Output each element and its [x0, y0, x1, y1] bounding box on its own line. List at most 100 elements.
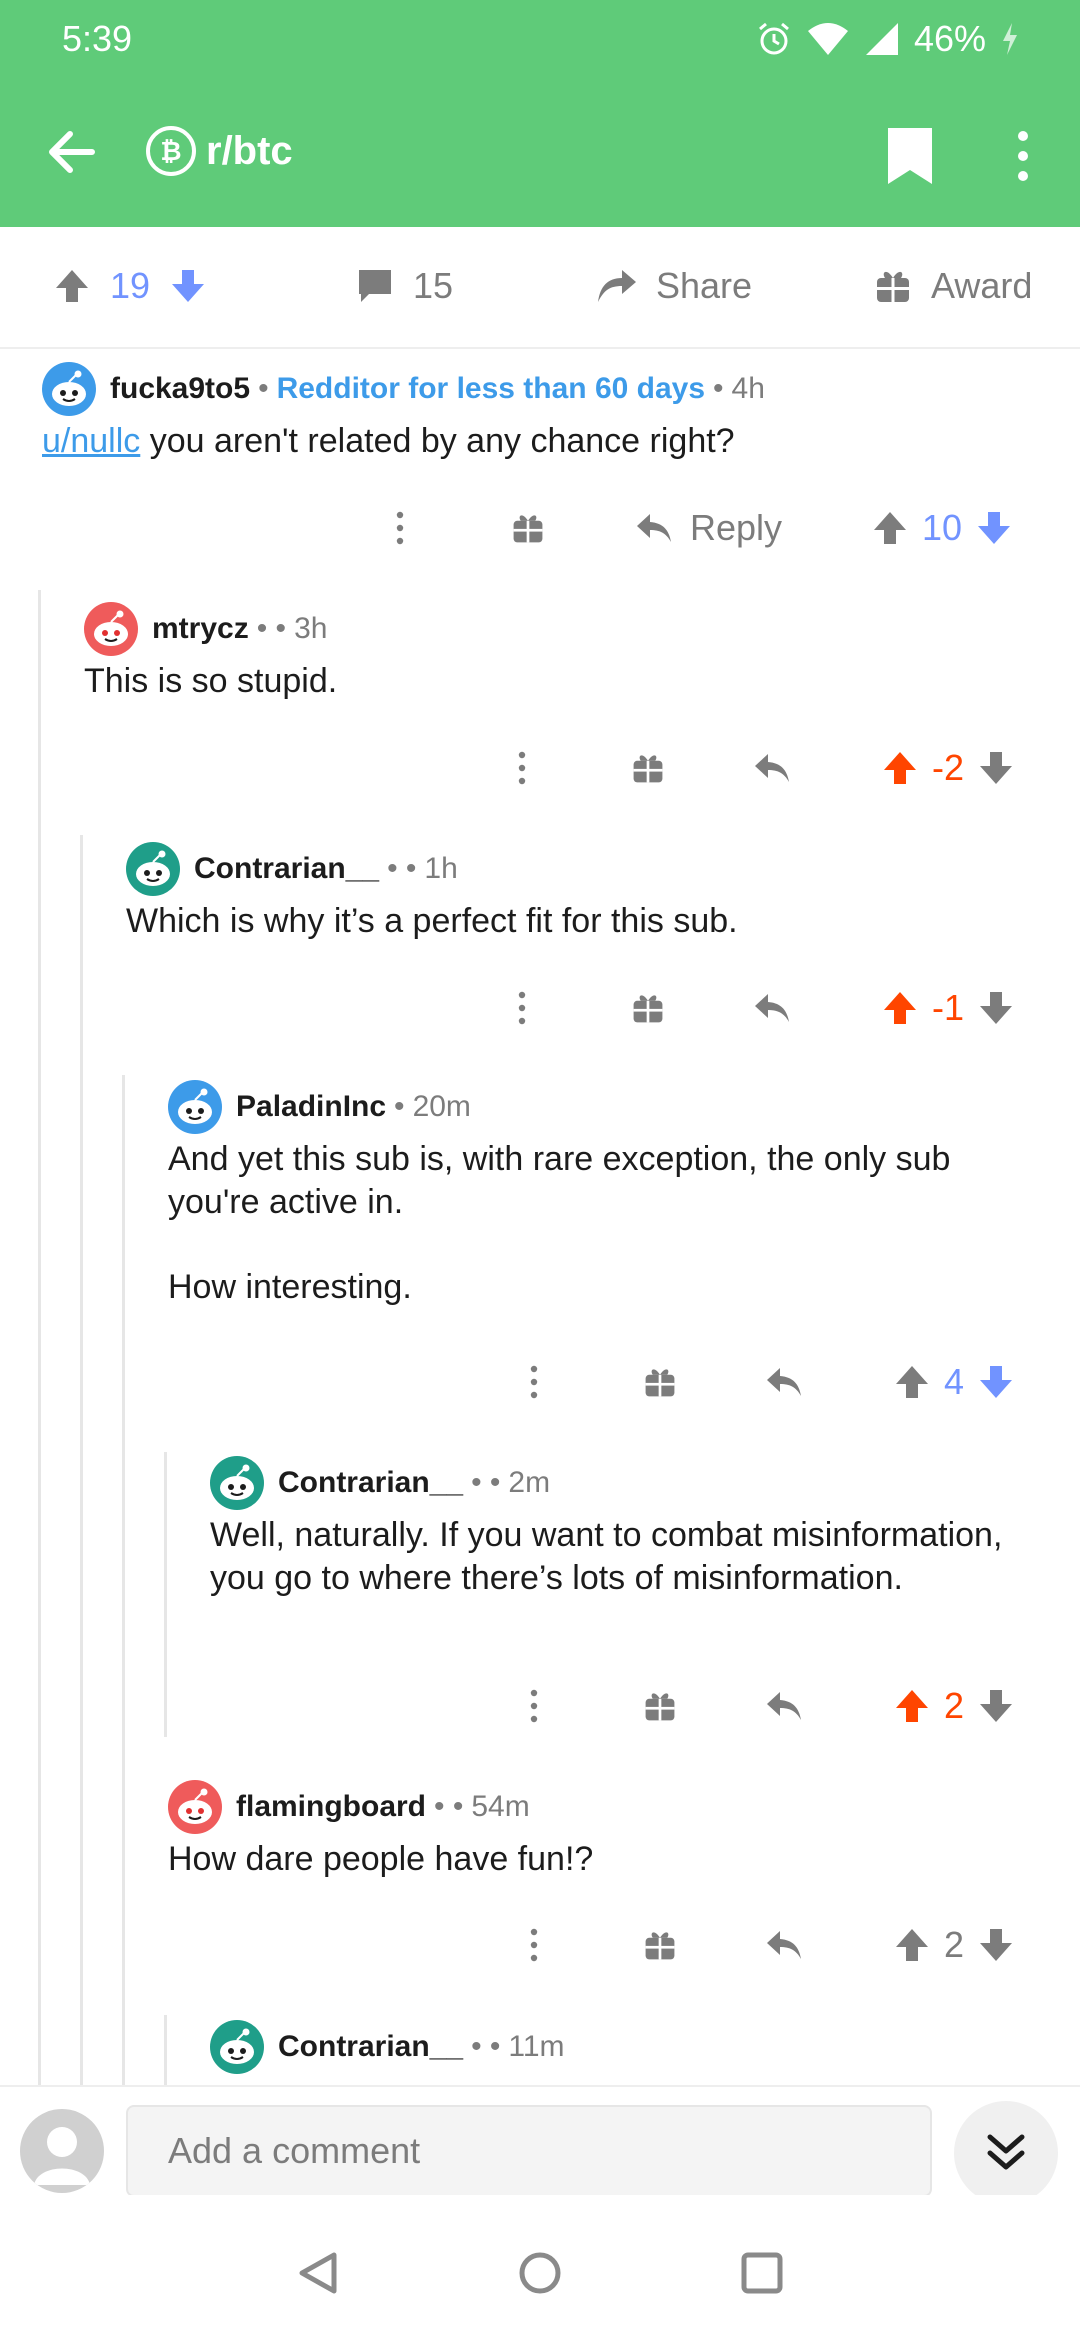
comment-vote: -2 — [880, 747, 1016, 789]
more-options-icon[interactable] — [528, 1925, 540, 1965]
comment-author[interactable]: fucka9to5 — [110, 372, 250, 406]
nav-back-icon[interactable] — [296, 2251, 340, 2295]
comment-time: 2m — [508, 1466, 551, 1499]
comment-vote: 2 — [892, 1685, 1016, 1727]
upvote-icon[interactable] — [870, 508, 910, 548]
bookmark-icon[interactable] — [884, 126, 936, 186]
comment-vote: 10 — [870, 507, 1014, 549]
comment-actions: 4 — [0, 1352, 1080, 1412]
comment-author[interactable]: PaladinInc — [236, 1090, 386, 1124]
post-vote: 19 — [52, 265, 208, 307]
upvote-icon[interactable] — [892, 1925, 932, 1965]
user-flair: Redditor for less than 60 days — [276, 372, 706, 405]
award-gift-icon[interactable] — [642, 1364, 678, 1400]
avatar-icon[interactable] — [210, 2020, 264, 2074]
next-comment-button[interactable] — [954, 2101, 1058, 2205]
comment-time: 11m — [508, 2030, 565, 2063]
subreddit-title[interactable]: ₿ r/btc — [146, 126, 293, 176]
comment-body: And yet this sub is, with rare exception… — [168, 1140, 951, 1221]
avatar-icon[interactable] — [168, 1780, 222, 1834]
award-gift-icon[interactable] — [642, 1927, 678, 1963]
comment: fucka9to5 • Redditor for less than 60 da… — [42, 362, 1042, 463]
comment-author[interactable]: flamingboard — [236, 1790, 426, 1824]
comment-author[interactable]: Contrarian__ — [278, 1466, 463, 1500]
subreddit-name: r/btc — [206, 128, 293, 173]
avatar-icon[interactable] — [126, 842, 180, 896]
downvote-icon[interactable] — [976, 1925, 1016, 1965]
comment-author[interactable]: Contrarian__ — [278, 2030, 463, 2064]
comment-score: 2 — [944, 1924, 965, 1965]
comment-body: Which is why it’s a perfect fit for this… — [126, 902, 738, 940]
share-icon — [598, 270, 636, 302]
comments-count-button[interactable]: 15 — [355, 265, 453, 307]
award-gift-icon — [873, 266, 913, 306]
comment-score: 2 — [944, 1685, 965, 1726]
comment-icon — [359, 270, 391, 302]
avatar-icon[interactable] — [210, 1456, 264, 1510]
more-options-icon[interactable] — [516, 748, 528, 788]
reply-icon[interactable] — [764, 1686, 804, 1726]
double-chevron-down-icon — [987, 2134, 1025, 2170]
comment-header: PaladinInc • 20m — [168, 1080, 1048, 1134]
thread-line[interactable] — [38, 590, 41, 2085]
comment: PaladinInc • 20m And yet this sub is, wi… — [168, 1080, 1048, 1309]
comment-time: 20m — [412, 1090, 471, 1123]
comment-header: Contrarian__ • • 2m — [210, 1456, 1050, 1510]
separator-dot: • • — [387, 852, 417, 885]
more-options-icon[interactable] — [394, 508, 406, 548]
comments-count: 15 — [413, 265, 454, 306]
nav-home-icon[interactable] — [518, 2251, 562, 2295]
reply-icon[interactable] — [752, 988, 792, 1028]
award-button[interactable]: Award — [873, 265, 1032, 307]
comment-time: 1h — [424, 852, 458, 885]
separator-dot: • • — [434, 1790, 464, 1823]
downvote-icon[interactable] — [976, 1686, 1016, 1726]
add-comment-input[interactable]: Add a comment — [126, 2105, 932, 2197]
award-gift-icon[interactable] — [630, 750, 666, 786]
upvote-icon[interactable] — [52, 266, 92, 306]
award-gift-icon[interactable] — [630, 990, 666, 1026]
post-score: 19 — [110, 265, 151, 306]
back-arrow-icon[interactable] — [44, 124, 100, 180]
avatar-icon[interactable] — [84, 602, 138, 656]
reply-button[interactable]: Reply — [634, 507, 782, 549]
comment-body: How interesting. — [168, 1268, 412, 1306]
separator-dot: • • — [471, 2030, 501, 2063]
user-avatar[interactable] — [20, 2109, 104, 2193]
downvote-icon[interactable] — [976, 1362, 1016, 1402]
comment: Contrarian__ • • 2m Well, naturally. If … — [210, 1456, 1050, 1600]
more-options-icon[interactable] — [528, 1362, 540, 1402]
downvote-icon[interactable] — [974, 508, 1014, 548]
downvote-icon[interactable] — [976, 748, 1016, 788]
profile-placeholder-icon — [34, 2127, 90, 2185]
separator-dot: • — [713, 372, 724, 405]
award-gift-icon[interactable] — [642, 1688, 678, 1724]
comment-actions: -2 — [0, 738, 1080, 798]
avatar-icon[interactable] — [42, 362, 96, 416]
reply-icon[interactable] — [764, 1362, 804, 1402]
reply-icon[interactable] — [764, 1925, 804, 1965]
comment-author[interactable]: Contrarian__ — [194, 852, 379, 886]
award-gift-icon[interactable] — [510, 510, 546, 546]
downvote-icon[interactable] — [976, 988, 1016, 1028]
separator-dot: • — [258, 372, 269, 405]
upvote-icon[interactable] — [892, 1362, 932, 1402]
thread-line[interactable] — [164, 2015, 167, 2085]
share-button[interactable]: Share — [596, 265, 752, 307]
more-options-icon[interactable] — [528, 1686, 540, 1726]
downvote-icon[interactable] — [168, 266, 208, 306]
reply-icon[interactable] — [752, 748, 792, 788]
upvote-icon[interactable] — [892, 1686, 932, 1726]
upvote-icon[interactable] — [880, 988, 920, 1028]
comment-header: Contrarian__ • • 1h — [126, 842, 1046, 896]
reply-label: Reply — [690, 507, 783, 548]
comment-author[interactable]: mtrycz — [152, 612, 249, 646]
comment-actions: 2 — [0, 1915, 1080, 1975]
more-options-icon[interactable] — [516, 988, 528, 1028]
more-options-icon[interactable] — [1010, 126, 1036, 186]
comment-text: you aren't related by any chance right? — [140, 422, 735, 460]
nav-recents-icon[interactable] — [740, 2251, 784, 2295]
upvote-icon[interactable] — [880, 748, 920, 788]
user-mention-link[interactable]: u/nullc — [42, 422, 140, 460]
avatar-icon[interactable] — [168, 1080, 222, 1134]
